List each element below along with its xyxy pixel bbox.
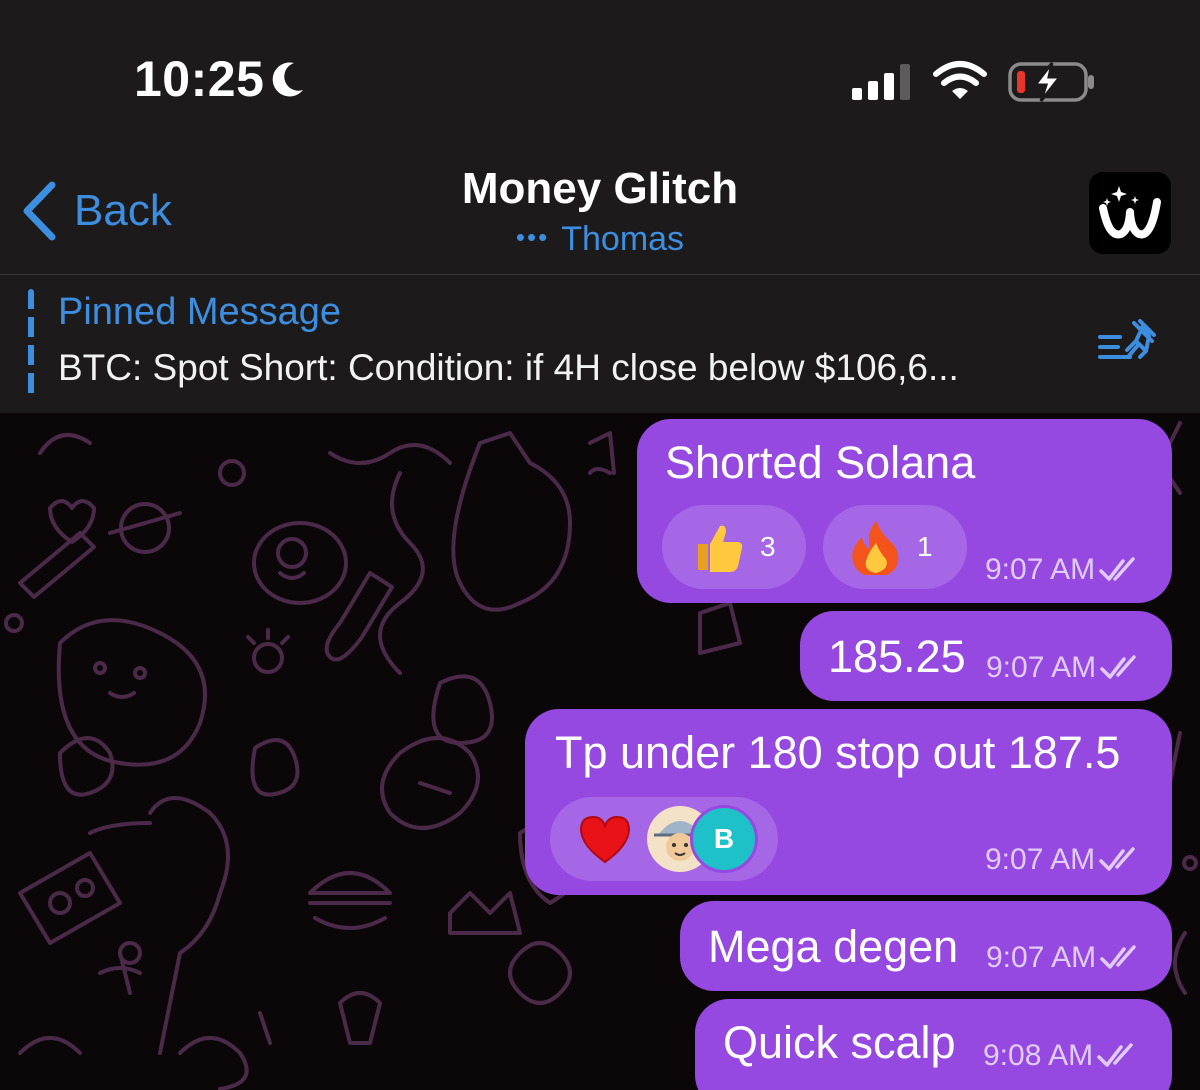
double-check-icon: [1099, 847, 1135, 871]
reactor-avatar: B: [690, 805, 758, 873]
chat-avatar[interactable]: [1089, 172, 1171, 254]
chat-area[interactable]: Shorted Solana 3 1 9:07 AM 185.25 9:07 A…: [0, 413, 1200, 1090]
message-bubble[interactable]: Mega degen 9:07 AM: [680, 901, 1172, 991]
message-bubble[interactable]: 185.25 9:07 AM: [800, 611, 1172, 701]
fire-icon: [852, 521, 899, 575]
typing-dots-icon: •••: [515, 222, 550, 252]
status-bar: 10:25: [0, 0, 1200, 150]
message-time: 9:07 AM: [986, 941, 1097, 974]
reaction-fire[interactable]: 1: [823, 505, 967, 589]
typing-status: ••• Thomas: [0, 220, 1200, 259]
double-check-icon: [1099, 557, 1135, 581]
message-text: Quick scalp: [723, 1017, 956, 1068]
message-meta: 9:07 AM: [985, 843, 1141, 877]
wifi-icon: [933, 61, 987, 99]
heart-icon: [579, 815, 631, 864]
message-meta: 9:07 AM: [986, 651, 1142, 685]
message-meta: 9:07 AM: [986, 941, 1142, 975]
message-text: Mega degen: [708, 921, 959, 972]
double-check-icon: [1100, 945, 1136, 969]
status-time: 10:25: [134, 51, 265, 107]
telegram-chat-screen: 10:25 Back Money Glitch ••• Thomas Pinne…: [0, 0, 1200, 1090]
message-text: Shorted Solana: [665, 437, 976, 488]
double-check-icon: [1097, 1043, 1133, 1067]
message-meta: 9:07 AM: [985, 553, 1141, 587]
message-bubble[interactable]: Tp under 180 stop out 187.5 B 9:07 AM: [525, 709, 1172, 895]
message-bubble[interactable]: Quick scalp 9:08 AM: [695, 999, 1172, 1090]
status-time-group: 10:25: [134, 50, 306, 108]
pinned-title: Pinned Message: [58, 291, 342, 333]
pin-list-icon[interactable]: [1096, 317, 1160, 369]
chat-title[interactable]: Money Glitch: [0, 164, 1200, 214]
double-check-icon: [1100, 655, 1136, 679]
reaction-heart[interactable]: B: [550, 797, 778, 881]
message-text: 185.25: [828, 631, 966, 682]
message-time: 9:07 AM: [985, 843, 1096, 876]
message-time: 9:07 AM: [986, 651, 1097, 684]
logo-icon: [1099, 186, 1161, 239]
pinned-text: BTC: Spot Short: Condition: if 4H close …: [58, 347, 959, 388]
pinned-indicator: [28, 289, 34, 399]
reaction-count: 3: [760, 531, 776, 562]
signal-icon: [852, 64, 910, 100]
reaction-count: 1: [917, 531, 933, 562]
message-time: 9:08 AM: [983, 1039, 1094, 1072]
moon-icon: [273, 62, 304, 97]
nav-bar: Back Money Glitch ••• Thomas: [0, 150, 1200, 275]
battery-charging-icon: [1008, 62, 1094, 102]
message-meta: 9:08 AM: [983, 1039, 1139, 1073]
typing-user: Thomas: [561, 220, 685, 258]
thumbs-up-icon: [698, 525, 743, 572]
pinned-message-bar[interactable]: Pinned Message BTC: Spot Short: Conditio…: [0, 275, 1200, 413]
message-text: Tp under 180 stop out 187.5: [555, 727, 1121, 778]
message-time: 9:07 AM: [985, 553, 1096, 586]
message-bubble[interactable]: Shorted Solana 3 1 9:07 AM: [637, 419, 1172, 603]
reaction-thumbs-up[interactable]: 3: [662, 505, 806, 589]
